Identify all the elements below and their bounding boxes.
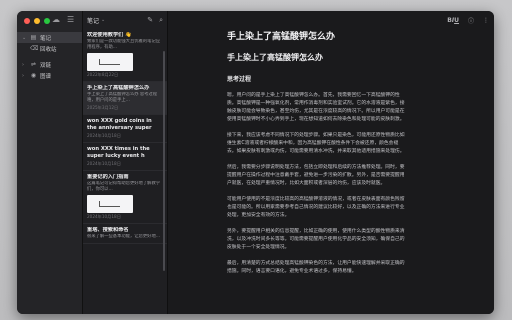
chevron-right-icon: › xyxy=(22,72,24,79)
note-snippet: 手上染上了高锰酸钾怎么办 思考过程 嘻，用户问的是手上… xyxy=(87,92,158,103)
cloud-icon[interactable]: ☁ xyxy=(52,15,60,24)
minimize-window-button[interactable] xyxy=(34,18,40,24)
note-title: 欢迎使用教学们 👋 xyxy=(87,32,132,38)
note-card[interactable]: 重要记的入门指南 这篇笔记可记得帮助您更好地了解教学们，你可以… 2024年10… xyxy=(83,171,167,224)
note-thumbnail xyxy=(87,53,133,71)
link-icon: ⇌ xyxy=(30,61,37,68)
note-paragraph: 最后，用清楚的方式总结处理高锰酸钾染色的方法，让用户能快速理解并采取正确的措施。… xyxy=(227,261,405,274)
note-list-scrollbar[interactable] xyxy=(163,51,165,271)
note-snippet: 这篇笔记可记得帮助您更好地了解教学们，你可以… xyxy=(87,181,161,192)
format-icon[interactable]: BIU xyxy=(447,17,459,24)
sidebar-item-trash[interactable]: ⌫ 回收站 xyxy=(17,43,82,54)
chevron-right-icon: › xyxy=(22,61,24,68)
note-date: 2024年10月18日 xyxy=(87,133,121,138)
note-card[interactable]: 欢迎使用教学们 👋 致家们是一款功能强大且优雅的笔记应用程序，有助… 2022年… xyxy=(83,29,167,82)
sidebar-item-links[interactable]: › ⇌ 双链 xyxy=(17,59,82,70)
note-paragraph: 嗯，用户问的是手上染上了高锰酸钾怎么办。首先，我需要回忆一下高锰酸钾的性质。高锰… xyxy=(227,93,405,122)
note-card-active[interactable]: 手上染上了高锰酸钾怎么办 手上染上了高锰酸钾怎么办 思考过程 嘻，用户问的是手上… xyxy=(83,82,167,115)
chevron-down-icon: ⌄ xyxy=(22,34,27,41)
note-title: 手上染上了高锰酸钾怎么办 xyxy=(87,85,150,91)
more-icon[interactable]: ⋮ xyxy=(483,17,489,24)
note-date: 2025年3月12日 xyxy=(87,105,119,110)
graph-icon: ◉ xyxy=(30,72,37,79)
note-date: 2024年10月18日 xyxy=(87,161,121,166)
editor[interactable]: BIU ⓘ ⋮ 手上染上了高锰酸钾怎么办 手上染上了高锰酸钾怎么办 思考过程 嗯… xyxy=(168,11,494,314)
note-heading-2: 手上染上了高锰酸钾怎么办 xyxy=(227,53,323,62)
note-title: 重塔、搜索和命名 xyxy=(87,227,129,233)
app-window: ☁ ☰ ⌄ ▤ 笔记 ⌫ 回收站 › ⇌ 双链 › ◉ 图谱 笔记 ⌄ ✎ ⌕ … xyxy=(17,11,494,314)
sidebar-item-label: 回收站 xyxy=(40,46,57,53)
editor-content[interactable]: 手上染上了高锰酸钾怎么办 手上染上了高锰酸钾怎么办 思考过程 嗯，用户问的是手上… xyxy=(227,29,405,284)
note-title: won XXX gold coins in the anniversary su… xyxy=(87,118,152,131)
note-paragraph: 然后，我需要分步骤说明处理方法，包括立即处理和后续的方法推荐处理。同时，要提醒用… xyxy=(227,165,405,186)
note-date: 2024年10月18日 xyxy=(87,214,121,219)
note-date: 2022年8月22日 xyxy=(87,72,119,77)
note-snippet: 很来了解一些基本功能，让您更好地… xyxy=(87,234,161,239)
note-heading-3: 思考过程 xyxy=(227,76,252,83)
info-icon[interactable]: ⓘ xyxy=(468,16,474,25)
note-list: 笔记 ⌄ ✎ ⌕ 欢迎使用教学们 👋 致家们是一款功能强大且优雅的笔记应用程序，… xyxy=(83,11,168,314)
chevron-down-icon: ⌄ xyxy=(101,17,106,23)
note-list-title[interactable]: 笔记 ⌄ xyxy=(87,16,105,25)
note-title: 重要记的入门指南 xyxy=(87,174,129,180)
new-note-icon[interactable]: ✎ xyxy=(147,16,153,25)
sidebar-item-label: 图谱 xyxy=(40,73,52,80)
note-paragraph: 另外，要提醒用户相关的信息提醒，比如正确的使用，使用什么类型的酸性物质来清洗，以… xyxy=(227,229,405,250)
sidebar-main-group: ⌄ ▤ 笔记 ⌫ 回收站 xyxy=(17,32,82,54)
sidebar-item-notes[interactable]: ⌄ ▤ 笔记 xyxy=(17,32,82,43)
window-controls xyxy=(24,18,50,24)
note-paragraph: 可能用户使用的不是浓度比较高的高锰酸钾溶液的情况，或者在皮肤表面有颜色残留也是可… xyxy=(227,197,405,218)
maximize-window-button[interactable] xyxy=(44,18,50,24)
note-card[interactable]: won XXX gold coins in the anniversary su… xyxy=(83,115,167,143)
note-list-header: 笔记 ⌄ ✎ ⌕ xyxy=(83,11,167,29)
note-thumbnail xyxy=(87,195,133,213)
note-icon: ▤ xyxy=(30,34,37,41)
sidebar-item-label: 双链 xyxy=(40,62,52,69)
sidebar-secondary-group: › ⇌ 双链 › ◉ 图谱 xyxy=(17,59,82,81)
close-window-button[interactable] xyxy=(24,18,30,24)
note-heading-1: 手上染上了高锰酸钾怎么办 xyxy=(227,32,336,42)
note-paragraph: 接下来，我应该考虑不同情况下的处理步骤。如果只是染色，可能用还原性物质比如维生素… xyxy=(227,133,405,154)
sidebar: ☁ ☰ ⌄ ▤ 笔记 ⌫ 回收站 › ⇌ 双链 › ◉ 图谱 xyxy=(17,11,83,314)
search-icon[interactable]: ⌕ xyxy=(159,16,163,25)
editor-toolbar: BIU ⓘ ⋮ xyxy=(447,16,489,25)
note-title: won XXX times in the super lucky event h xyxy=(87,146,150,159)
note-snippet: 致家们是一款功能强大且优雅的笔记应用程序，有助… xyxy=(87,39,161,50)
sidebar-item-label: 笔记 xyxy=(40,35,52,42)
sidebar-toggle-icon[interactable]: ☰ xyxy=(67,15,74,24)
note-card[interactable]: won XXX times in the super lucky event h… xyxy=(83,143,167,171)
sidebar-toolbar: ☁ ☰ xyxy=(52,15,74,24)
sidebar-item-graph[interactable]: › ◉ 图谱 xyxy=(17,70,82,81)
trash-icon: ⌫ xyxy=(30,45,39,52)
note-card[interactable]: 重塔、搜索和命名 很来了解一些基本功能，让您更好地… xyxy=(83,224,167,244)
